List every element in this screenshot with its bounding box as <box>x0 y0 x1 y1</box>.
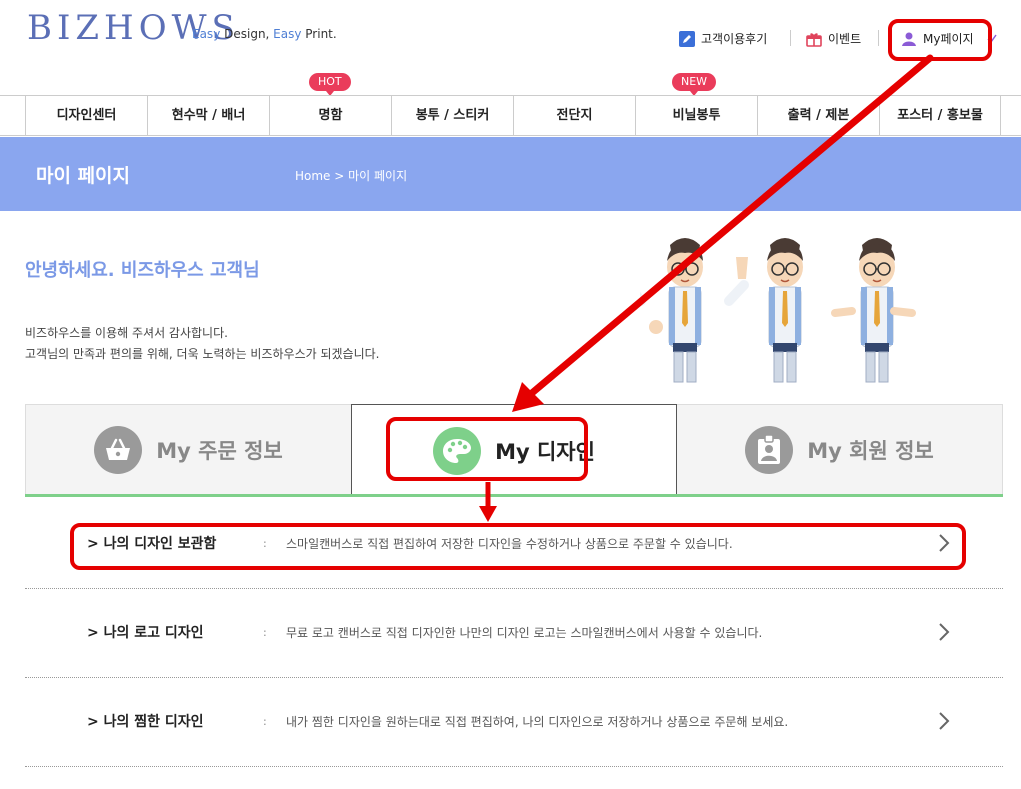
pencil-icon <box>679 30 695 47</box>
customer-reviews-label: 고객이용후기 <box>701 32 768 46</box>
nav-item-flyer[interactable]: 전단지 <box>514 96 636 135</box>
tagline: Easy Design, Easy Print. <box>192 27 337 41</box>
annotation-box-my-design <box>386 417 588 481</box>
tagline-design: Design, <box>220 27 274 41</box>
tab-underline <box>25 494 1003 497</box>
nav-item-business-card[interactable]: 명함 <box>270 96 392 135</box>
row-colon: : <box>263 626 267 639</box>
hot-badge: HOT <box>309 73 351 96</box>
tab-my-order-info[interactable]: My 주문 정보 <box>25 404 351 496</box>
divider <box>790 30 791 46</box>
greeting-title: 안녕하세요. 비즈하우스 고객님 <box>25 260 260 281</box>
id-card-icon <box>745 426 794 474</box>
tagline-print: Print. <box>301 27 337 41</box>
annotation-box-design-storage <box>70 523 966 570</box>
event-link[interactable]: 이벤트 <box>806 30 861 47</box>
list-item-logo-design[interactable]: > 나의 로고 디자인 : 무료 로고 캔버스로 직접 디자인한 나만의 디자인… <box>25 589 1003 678</box>
page-title: 마이 페이지 <box>36 165 131 187</box>
main-nav: 디자인센터 현수막 / 배너 명함 봉투 / 스티커 전단지 비닐봉투 출력 /… <box>0 95 1021 136</box>
row-description: 무료 로고 캔버스로 직접 디자인한 나만의 디자인 로고는 스마일캔버스에서 … <box>286 626 763 640</box>
basket-icon <box>94 426 143 474</box>
new-badge: NEW <box>672 73 717 96</box>
nav-item-envelope-sticker[interactable]: 봉투 / 스티커 <box>392 96 514 135</box>
greeting-line-2: 고객님의 만족과 편의를 위해, 더욱 노력하는 비즈하우스가 되겠습니다. <box>25 347 380 361</box>
annotation-box-mypage <box>888 19 992 61</box>
row-colon: : <box>263 715 267 728</box>
list-item-liked-design[interactable]: > 나의 찜한 디자인 : 내가 찜한 디자인을 원하는대로 직접 편집하여, … <box>25 678 1003 767</box>
customer-reviews-link[interactable]: 고객이용후기 <box>679 30 767 47</box>
page-banner <box>0 137 1021 211</box>
tagline-easy-1: Easy <box>192 27 221 41</box>
breadcrumb[interactable]: Home > 마이 페이지 <box>295 167 407 184</box>
tab-my-order-info-label: My 주문 정보 <box>156 439 283 463</box>
row-title: > 나의 로고 디자인 <box>87 625 204 641</box>
greeting-line-1: 비즈하우스를 이용해 주셔서 감사합니다. <box>25 326 228 340</box>
event-label: 이벤트 <box>828 32 862 46</box>
mascot-characters-illustration <box>640 237 916 383</box>
gift-icon <box>806 32 822 47</box>
row-title: > 나의 찜한 디자인 <box>87 714 204 730</box>
tagline-easy-2: Easy <box>273 27 302 41</box>
nav-item-vinyl-bag[interactable]: 비닐봉투 <box>636 96 758 135</box>
nav-item-poster[interactable]: 포스터 / 홍보물 <box>880 96 1001 135</box>
tab-my-member-info[interactable]: My 회원 정보 <box>677 404 1003 496</box>
nav-item-print-binding[interactable]: 출력 / 제본 <box>758 96 880 135</box>
nav-item-banner[interactable]: 현수막 / 배너 <box>148 96 270 135</box>
divider <box>878 30 879 46</box>
tab-my-member-info-label: My 회원 정보 <box>807 439 934 463</box>
chevron-right-icon <box>939 712 950 730</box>
chevron-right-icon <box>939 623 950 641</box>
row-description: 내가 찜한 디자인을 원하는대로 직접 편집하여, 나의 디자인으로 저장하거나… <box>286 715 789 729</box>
nav-item-design-center[interactable]: 디자인센터 <box>25 96 148 135</box>
